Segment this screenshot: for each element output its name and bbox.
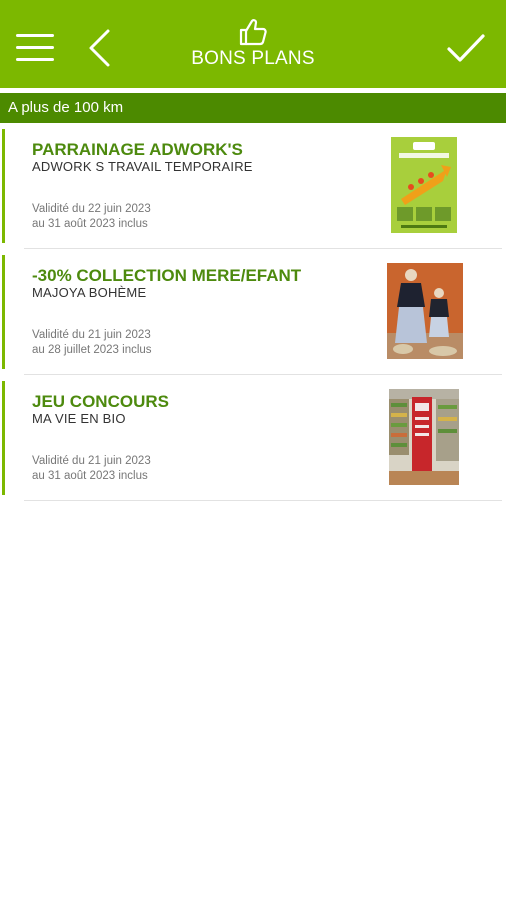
card-accent-bar — [2, 255, 5, 369]
offer-title: PARRAINAGE ADWORK'S — [32, 140, 243, 159]
offer-card[interactable]: -30% COLLECTION MERE/EFANT MAJOYA BOHÈME… — [0, 249, 506, 375]
offer-card[interactable]: PARRAINAGE ADWORK'S ADWORK S TRAVAIL TEM… — [0, 123, 506, 249]
page-title: BONS PLANS — [191, 48, 315, 69]
thumbs-up-icon — [239, 19, 267, 46]
offer-title: JEU CONCOURS — [32, 392, 169, 411]
clothing-display-image — [387, 263, 463, 359]
hamburger-menu-icon[interactable] — [16, 32, 54, 64]
offer-merchant: MAJOYA BOHÈME — [32, 285, 147, 300]
offer-valid-to: au 31 août 2023 inclus — [32, 218, 148, 230]
offer-card[interactable]: JEU CONCOURS MA VIE EN BIO Validité du 2… — [0, 375, 506, 501]
header-title-group: BONS PLANS — [150, 18, 356, 74]
checkmark-icon[interactable] — [446, 32, 486, 66]
offer-valid-from: Validité du 21 juin 2023 — [32, 455, 151, 467]
organic-shop-interior-image — [389, 389, 459, 485]
offer-title: -30% COLLECTION MERE/EFANT — [32, 266, 302, 285]
adwork-poster-image — [391, 137, 457, 233]
offer-list: PARRAINAGE ADWORK'S ADWORK S TRAVAIL TEM… — [0, 123, 506, 501]
card-accent-bar — [2, 129, 5, 243]
offer-valid-from: Validité du 21 juin 2023 — [32, 329, 151, 341]
card-accent-bar — [2, 381, 5, 495]
offer-valid-to: au 28 juillet 2023 inclus — [32, 344, 152, 356]
offer-valid-from: Validité du 22 juin 2023 — [32, 203, 151, 215]
offer-merchant: MA VIE EN BIO — [32, 411, 126, 426]
distance-filter-bar: A plus de 100 km — [0, 93, 506, 123]
offer-valid-to: au 31 août 2023 inclus — [32, 470, 148, 482]
offer-merchant: ADWORK S TRAVAIL TEMPORAIRE — [32, 159, 253, 174]
app-header: BONS PLANS — [0, 0, 506, 88]
chevron-left-icon[interactable] — [86, 28, 112, 68]
card-divider — [24, 500, 502, 501]
